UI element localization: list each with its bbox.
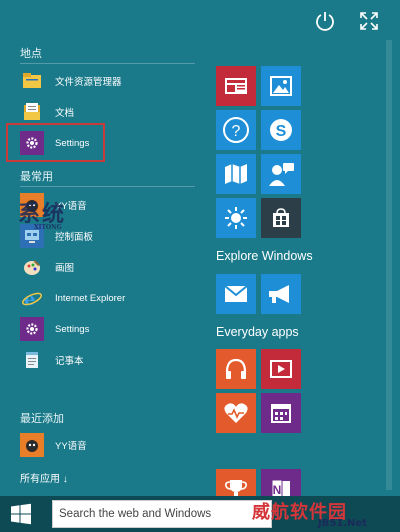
app-item-label: 记事本 bbox=[55, 356, 84, 367]
svg-text:N: N bbox=[273, 483, 282, 497]
app-item-yy-recent[interactable]: YY语音 bbox=[20, 431, 200, 459]
app-item-documents[interactable]: 文档 bbox=[20, 98, 200, 126]
tile-help[interactable]: ? bbox=[216, 110, 256, 150]
paint-icon bbox=[20, 255, 44, 279]
places-header: 地点 bbox=[20, 48, 42, 60]
tile-news[interactable] bbox=[216, 66, 256, 106]
heart-icon bbox=[224, 403, 248, 423]
app-item-settings-2[interactable]: Settings bbox=[20, 315, 200, 343]
app-item-label: 文档 bbox=[55, 108, 75, 119]
notepad-icon bbox=[20, 348, 44, 372]
skype-icon: S bbox=[270, 119, 292, 141]
search-placeholder: Search the web and Windows bbox=[59, 508, 212, 520]
tile-video[interactable] bbox=[261, 349, 301, 389]
tile-people[interactable] bbox=[261, 154, 301, 194]
tile-calendar[interactable] bbox=[261, 393, 301, 433]
highlight-box bbox=[6, 123, 105, 162]
most-used-header: 最常用 bbox=[20, 171, 53, 183]
tile-music[interactable] bbox=[216, 349, 256, 389]
news-icon bbox=[225, 78, 247, 94]
watermark-left-sub: XITONG bbox=[34, 224, 62, 231]
app-item-paint[interactable]: 画图 bbox=[20, 253, 200, 281]
people-icon bbox=[269, 163, 294, 186]
windows-start-icon[interactable] bbox=[10, 503, 32, 525]
app-item-file-explorer[interactable]: 文件资源管理器 bbox=[20, 67, 200, 95]
app-item-label: YY语音 bbox=[55, 441, 87, 452]
divider bbox=[20, 63, 195, 64]
sun-icon bbox=[225, 207, 247, 229]
app-item-label: Settings bbox=[55, 323, 90, 335]
app-item-label: Internet Explorer bbox=[55, 292, 126, 304]
search-input[interactable]: Search the web and Windows bbox=[52, 500, 272, 528]
document-icon bbox=[20, 100, 44, 124]
app-item-notepad[interactable]: 记事本 bbox=[20, 346, 200, 374]
store-icon bbox=[273, 208, 289, 227]
scrollbar[interactable] bbox=[386, 40, 392, 490]
ie-icon: e bbox=[20, 286, 44, 310]
divider bbox=[20, 186, 195, 187]
tile-mail[interactable] bbox=[216, 274, 256, 314]
svg-text:?: ? bbox=[232, 123, 241, 140]
all-apps-button[interactable]: 所有应用 ↓ bbox=[20, 470, 68, 485]
recently-added-header: 最近添加 bbox=[20, 413, 64, 425]
tile-store[interactable] bbox=[261, 198, 301, 238]
folder-icon bbox=[20, 69, 44, 93]
power-icon[interactable] bbox=[314, 10, 336, 32]
group-label-explore: Explore Windows bbox=[216, 249, 313, 263]
expand-icon[interactable] bbox=[357, 9, 381, 33]
yy-icon bbox=[20, 433, 44, 457]
help-icon: ? bbox=[223, 117, 249, 143]
watermark-left: 系统 XITONG bbox=[18, 196, 66, 231]
start-top-bar bbox=[0, 0, 400, 40]
tile-weather[interactable] bbox=[216, 198, 256, 238]
group-label-everyday: Everyday apps bbox=[216, 325, 299, 339]
headphones-icon bbox=[225, 358, 247, 379]
tile-get-started[interactable] bbox=[261, 274, 301, 314]
app-item-internet-explorer[interactable]: e Internet Explorer bbox=[20, 284, 200, 312]
svg-text:S: S bbox=[276, 123, 287, 140]
calendar-icon bbox=[271, 404, 291, 423]
tile-maps[interactable] bbox=[216, 154, 256, 194]
watermark-bottom-url: JB51.Net bbox=[318, 518, 367, 529]
map-icon bbox=[225, 164, 247, 184]
tile-photos[interactable] bbox=[261, 66, 301, 106]
tile-skype[interactable]: S bbox=[261, 110, 301, 150]
app-item-label: 画图 bbox=[55, 263, 75, 274]
app-item-label: 文件资源管理器 bbox=[55, 77, 122, 88]
app-item-label: 控制面板 bbox=[55, 232, 94, 243]
photos-icon bbox=[270, 76, 292, 96]
tile-health[interactable] bbox=[216, 393, 256, 433]
gear-icon bbox=[20, 317, 44, 341]
mail-icon bbox=[224, 285, 248, 302]
megaphone-icon bbox=[269, 285, 289, 303]
play-icon bbox=[270, 360, 292, 378]
